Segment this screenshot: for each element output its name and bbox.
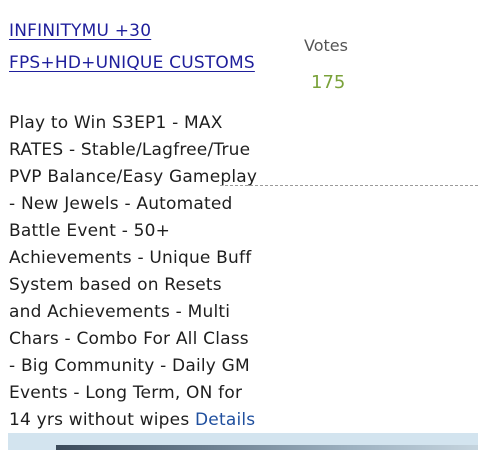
server-description: Play to Win S3EP1 - MAX RATES - Stable/L…: [9, 110, 259, 434]
server-title-link[interactable]: INFINITYMU +30 FPS+HD+UNIQUE CUSTOMS: [9, 16, 259, 79]
banner-image[interactable]: [56, 445, 478, 450]
details-link[interactable]: Details: [195, 410, 255, 430]
votes-label: Votes: [304, 36, 348, 55]
dashed-divider: [220, 185, 478, 186]
server-description-text: Play to Win S3EP1 - MAX RATES - Stable/L…: [9, 113, 258, 430]
votes-count: 175: [311, 72, 346, 93]
server-listing: INFINITYMU +30 FPS+HD+UNIQUE CUSTOMS Pla…: [0, 0, 478, 450]
